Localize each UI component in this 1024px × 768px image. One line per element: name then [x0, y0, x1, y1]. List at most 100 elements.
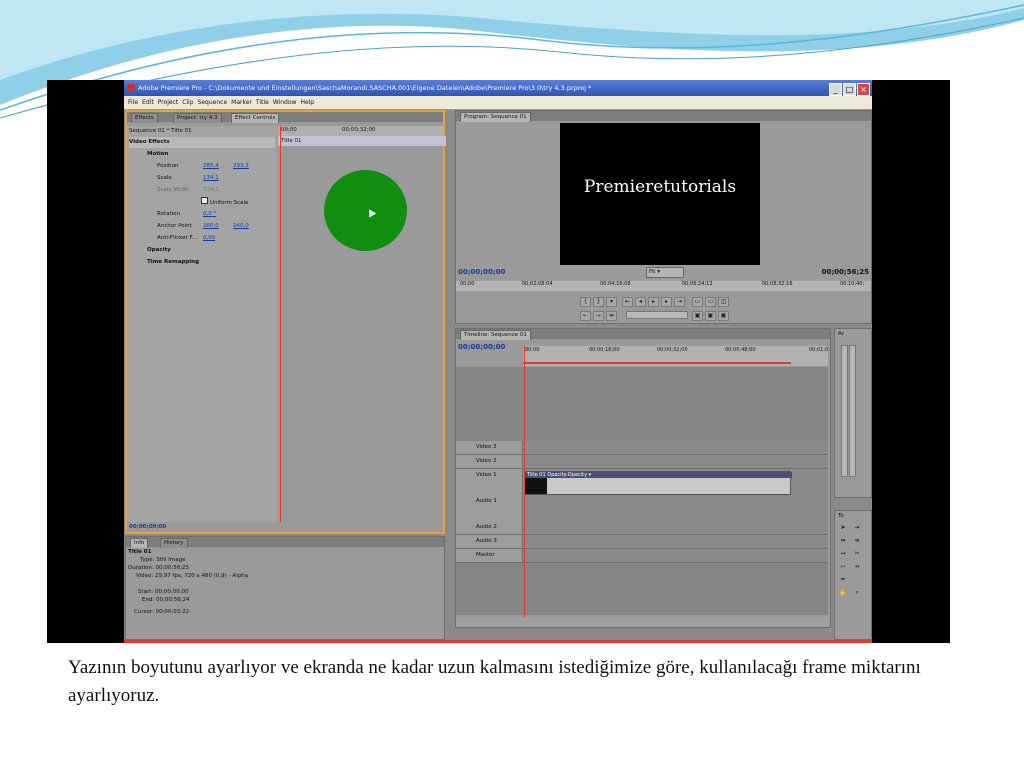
- opacity-effect[interactable]: Opacity: [129, 245, 275, 256]
- timeline-ruler-0: 00;00: [525, 347, 540, 353]
- anti-flicker-value[interactable]: 0,00: [203, 233, 215, 244]
- info-cursor: Cursor: 00;00;03;22: [134, 609, 190, 615]
- zoom-tool-icon[interactable]: ⌕: [852, 588, 862, 597]
- timeline-ruler-1: 00;00;16;00: [589, 347, 620, 353]
- anchor-x-value[interactable]: 360,0: [203, 221, 219, 232]
- go-to-out-button[interactable]: ⇥: [674, 297, 685, 307]
- track-audio-1: Audio 1: [456, 495, 828, 522]
- bottom-red-bar: [124, 640, 872, 643]
- program-ruler-2: 00;04;16;08: [600, 281, 631, 287]
- rotation-value[interactable]: 0,0 °: [203, 209, 216, 220]
- marker-button[interactable]: ▾: [606, 297, 617, 307]
- motion-effect[interactable]: Motion: [129, 149, 275, 160]
- play-in-to-out-button[interactable]: ⇹: [606, 311, 617, 321]
- lift-button[interactable]: ▭: [692, 297, 703, 307]
- ripple-edit-tool-icon[interactable]: ⇹: [838, 536, 848, 545]
- program-monitor-panel: Program: Sequence 01 Premieretutorials 0…: [455, 110, 872, 324]
- rate-stretch-tool-icon[interactable]: ↔: [838, 549, 848, 558]
- timeline-panel: Timeline: Sequence 01 00;00;00;00 00;00 …: [455, 328, 831, 628]
- video-effects-heading: Video Effects: [129, 137, 275, 148]
- tab-program[interactable]: Program: Sequence 01: [460, 112, 531, 122]
- maximize-button[interactable]: □: [843, 83, 856, 96]
- set-out-button[interactable]: }: [593, 297, 604, 307]
- timeline-ruler-3: 00;00;48;00: [725, 347, 756, 353]
- go-to-prev-edit-button[interactable]: ⇠: [580, 311, 591, 321]
- rolling-edit-tool-icon[interactable]: ⇼: [852, 536, 862, 545]
- program-ruler-3: 00;06;24;12: [682, 281, 713, 287]
- play-button[interactable]: ▸: [648, 297, 659, 307]
- trim-button[interactable]: ◫: [718, 297, 729, 307]
- premiere-window: Adobe Premiere Pro - C:\Dokumente und Ei…: [124, 80, 872, 643]
- scale-width-value: 134,1: [203, 187, 219, 193]
- timeline-timecode[interactable]: 00;00;00;00: [458, 343, 505, 351]
- track-select-tool-icon[interactable]: ⇥: [852, 523, 862, 532]
- step-forward-button[interactable]: ▸: [661, 297, 672, 307]
- go-to-next-edit-button[interactable]: ⇢: [593, 311, 604, 321]
- menu-window[interactable]: Window: [273, 96, 297, 109]
- timeline-scrollbar[interactable]: [456, 617, 828, 627]
- program-timecode-left[interactable]: 00;00;00;00: [458, 268, 505, 276]
- menu-help[interactable]: Help: [300, 96, 314, 109]
- slide-tool-icon[interactable]: ⇸: [852, 562, 862, 571]
- tab-effects[interactable]: Effects: [131, 113, 158, 123]
- scale-width-property: Scale Width 134,1: [129, 185, 275, 196]
- info-panel: Info History Title 01 Type: Still Image …: [125, 536, 445, 640]
- menu-project[interactable]: Project: [158, 96, 179, 109]
- close-button[interactable]: ×: [857, 83, 870, 96]
- tab-timeline[interactable]: Timeline: Sequence 01: [460, 330, 531, 340]
- anchor-y-value[interactable]: 240,0: [233, 221, 249, 232]
- effect-clip-bar: Title 01: [278, 136, 446, 146]
- program-ruler-1: 00;02;08;04: [522, 281, 553, 287]
- timeline-empty-area: [456, 367, 828, 441]
- timeline-playhead[interactable]: [524, 346, 525, 617]
- menu-title[interactable]: Title: [256, 96, 269, 109]
- extract-button[interactable]: ▭: [705, 297, 716, 307]
- minimize-button[interactable]: _: [829, 83, 842, 96]
- position-y-value[interactable]: 293,3: [233, 161, 249, 172]
- track-video-3: Video 3: [456, 441, 828, 455]
- tab-project[interactable]: Project: try 4.3: [173, 113, 222, 123]
- program-time-ruler[interactable]: 00;00 00;02;08;04 00;04;16;08 00;06;24;1…: [456, 281, 871, 291]
- jog-shuttle-slider[interactable]: [626, 311, 688, 319]
- menu-clip[interactable]: Clip: [182, 96, 193, 109]
- premiere-app-icon: [127, 84, 135, 92]
- effect-controls-timecode[interactable]: 00;00;00;00: [129, 524, 166, 530]
- effect-playhead[interactable]: [280, 126, 281, 522]
- tools-label: To: [838, 513, 844, 519]
- tab-effect-controls[interactable]: Effect Controls: [231, 113, 280, 123]
- timeline-ruler[interactable]: 00;00 00;00;16;00 00;00;32;00 00;00;48;0…: [523, 346, 828, 366]
- hand-tool-icon[interactable]: ✋: [838, 588, 848, 597]
- menu-edit[interactable]: Edit: [142, 96, 154, 109]
- step-back-button[interactable]: ◂: [635, 297, 646, 307]
- selection-tool-icon[interactable]: ➤: [838, 523, 848, 532]
- green-circle-graphic: [324, 170, 407, 251]
- pen-tool-icon[interactable]: ✒: [838, 575, 848, 584]
- set-in-button[interactable]: {: [580, 297, 591, 307]
- time-remapping-effect[interactable]: Time Remapping: [129, 257, 275, 268]
- effect-controls-header: Sequence 01 * Title 01: [129, 128, 192, 134]
- track-label-audio-3: Audio 3: [476, 538, 497, 544]
- track-video-1: Video 1 Title 01 Opacity:Opacity ▾: [456, 469, 828, 496]
- work-area-bar[interactable]: [523, 362, 791, 364]
- export-frame-button[interactable]: ▣: [718, 311, 729, 321]
- audio-meter-label: Ar: [838, 331, 845, 337]
- safe-margins-button[interactable]: ▣: [692, 311, 703, 321]
- menu-sequence[interactable]: Sequence: [198, 96, 228, 109]
- info-end: End: 00;00;56;24: [142, 597, 190, 603]
- fit-dropdown[interactable]: Fit ▾: [646, 267, 684, 278]
- scale-value[interactable]: 134,1: [203, 173, 219, 184]
- razor-tool-icon[interactable]: ✂: [852, 549, 862, 558]
- tools-panel: To ➤ ⇥ ⇹ ⇼ ↔ ✂ ⇿ ⇸ ✒ ✋ ⌕: [834, 510, 872, 640]
- output-button[interactable]: ▣: [705, 311, 716, 321]
- go-to-in-button[interactable]: ⇤: [622, 297, 633, 307]
- uniform-scale-checkbox[interactable]: Uniform Scale: [129, 197, 275, 208]
- menu-marker[interactable]: Marker: [231, 96, 252, 109]
- menu-file[interactable]: File: [128, 96, 138, 109]
- program-ruler-0: 00;00: [460, 281, 475, 287]
- title-clip[interactable]: Title 01 Opacity:Opacity ▾: [524, 471, 792, 495]
- ruler-start-label: 00;00: [281, 127, 297, 133]
- position-x-value[interactable]: 285,4: [203, 161, 219, 172]
- track-label-master: Master: [476, 552, 495, 558]
- slip-tool-icon[interactable]: ⇿: [838, 562, 848, 571]
- track-master: Master: [456, 549, 828, 563]
